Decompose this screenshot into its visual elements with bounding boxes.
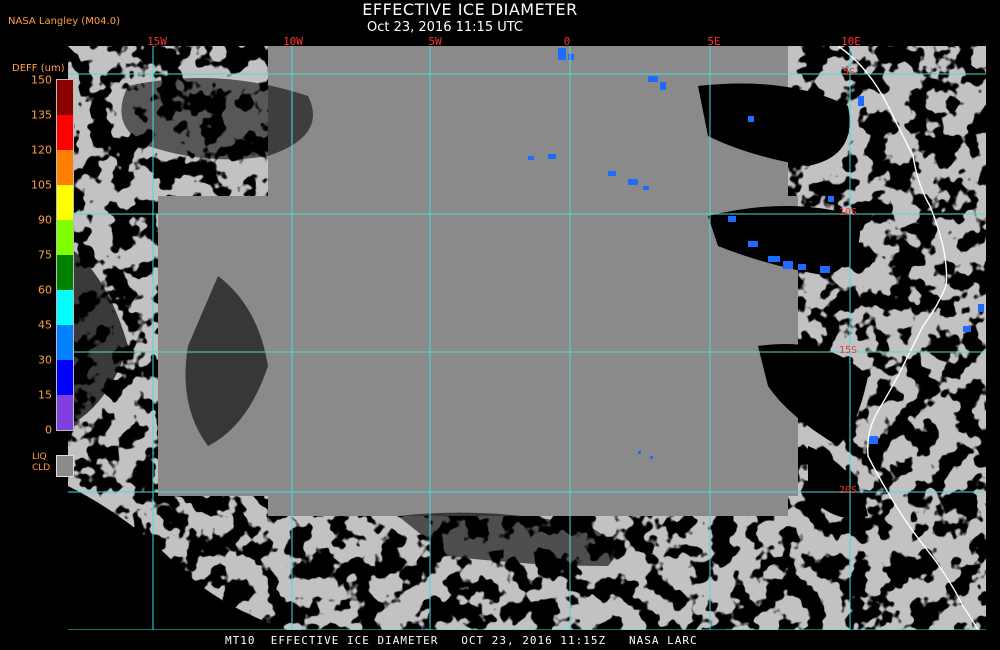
liquid-cloud-swatch <box>56 455 74 477</box>
legend-seg-45-60 <box>57 290 73 325</box>
legend-tick: 0 <box>45 423 52 437</box>
legend-colorbar <box>56 79 74 431</box>
legend-title: DEFF (um) <box>12 63 65 74</box>
agency-label: NASA Langley (M04.0) <box>8 16 120 27</box>
legend-tick: 150 <box>31 73 52 87</box>
legend-tick: 120 <box>31 143 52 157</box>
legend-tick: 135 <box>31 108 52 122</box>
legend-tick: 30 <box>38 353 52 367</box>
satellite-map <box>68 46 986 630</box>
lat-label-5s: 5S <box>843 67 856 78</box>
footer-caption: MT10 EFFECTIVE ICE DIAMETER OCT 23, 2016… <box>225 634 698 647</box>
legend-seg-120-135 <box>57 115 73 150</box>
lat-label-10s: 10S <box>839 207 858 218</box>
legend-tick: 105 <box>31 178 52 192</box>
legend-tick: 60 <box>38 283 52 297</box>
lat-label-15s: 15S <box>839 345 858 356</box>
liquid-cloud-label-line2: CLD <box>32 463 51 473</box>
legend-seg-135-150 <box>57 80 73 115</box>
legend-tick: 15 <box>38 388 52 402</box>
liquid-cloud-label-line1: LIQ <box>32 452 47 462</box>
liquid-cloud-label: LIQ CLD <box>32 452 50 474</box>
legend-seg-75-90 <box>57 220 73 255</box>
legend-tick: 90 <box>38 213 52 227</box>
legend-seg-60-75 <box>57 255 73 290</box>
legend-seg-30-45 <box>57 325 73 360</box>
legend-tick: 75 <box>38 248 52 262</box>
lat-label-20s: 20S <box>839 485 858 496</box>
legend-seg-15-30 <box>57 360 73 395</box>
legend-seg-0-15 <box>57 395 73 430</box>
legend-seg-105-120 <box>57 150 73 185</box>
legend-tick: 45 <box>38 318 52 332</box>
map-subtitle: Oct 23, 2016 11:15 UTC <box>367 20 523 35</box>
map-canvas <box>68 46 986 630</box>
map-title: EFFECTIVE ICE DIAMETER <box>362 0 578 19</box>
legend-seg-90-105 <box>57 185 73 220</box>
